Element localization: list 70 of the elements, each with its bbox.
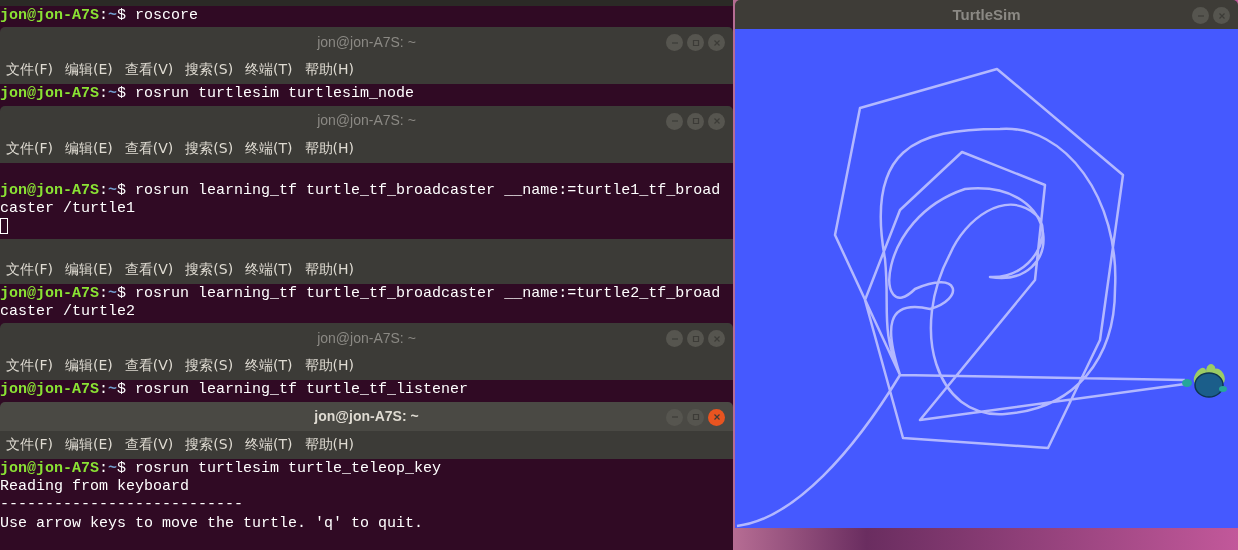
menu-item[interactable]: 搜索(S) (181, 357, 238, 376)
minimize-button[interactable] (666, 112, 683, 130)
terminal-line: jon@jon-A7S:~$ roscore (0, 7, 200, 26)
menu-item[interactable]: 文件(F) (2, 357, 57, 376)
turtle-icon (1182, 364, 1227, 398)
close-icon (712, 413, 721, 422)
menu-item[interactable]: 帮助(H) (300, 357, 359, 376)
window-title: jon@jon-A7S: ~ (317, 33, 416, 50)
maximize-icon (691, 117, 700, 126)
menu-item[interactable]: 搜索(S) (181, 435, 238, 454)
menu-item[interactable]: 查看(V) (120, 139, 178, 158)
terminal-line: Reading from keyboard (0, 477, 191, 497)
maximize-button[interactable] (687, 408, 704, 426)
terminal-line: Use arrow keys to move the turtle. 'q' to quit. (0, 514, 425, 533)
menu-item[interactable]: 文件(F) (2, 139, 57, 158)
menu-item[interactable]: 搜索(S) (181, 61, 238, 80)
menu-item[interactable]: 搜索(S) (181, 260, 238, 279)
terminal-line: jon@jon-A7S:~$ rosrun turtlesim turtle_teleop_key (0, 459, 443, 478)
terminal-line: jon@jon-A7S:~$ rosrun learning_tf turtle_tf_listener (0, 381, 470, 400)
menu-item[interactable]: 帮助(H) (300, 61, 359, 80)
menu-item[interactable]: 终端(T) (241, 357, 297, 376)
menu-item[interactable]: 帮助(H) (300, 260, 359, 279)
window-title: jon@jon-A7S: ~ (314, 408, 419, 425)
menu-item[interactable]: 终端(T) (241, 139, 297, 158)
terminal-line: jon@jon-A7S:~$ rosrun learning_tf turtle_tf_broadcaster __name:=turtle2_tf_broad (0, 284, 722, 304)
minimize-button[interactable] (666, 34, 683, 52)
terminal-line: caster /turtle2 (0, 303, 137, 322)
menu-item[interactable]: 文件(F) (2, 260, 57, 279)
terminal-line: caster /turtle1 (0, 200, 137, 219)
close-icon (712, 117, 721, 126)
window-title: jon@jon-A7S: ~ (317, 329, 416, 346)
close-button[interactable] (1213, 7, 1230, 24)
menu-item[interactable]: 编辑(E) (61, 357, 117, 376)
text-cursor (0, 218, 8, 235)
maximize-icon (691, 38, 700, 47)
menu-item[interactable]: 查看(V) (120, 435, 178, 454)
minimize-button[interactable] (1192, 7, 1209, 24)
menu-item[interactable]: 查看(V) (120, 61, 178, 80)
menu-item[interactable]: 编辑(E) (61, 260, 117, 279)
close-icon (1217, 11, 1226, 20)
menu-item[interactable]: 帮助(H) (300, 139, 359, 158)
menu-item[interactable]: 查看(V) (120, 260, 178, 279)
menu-item[interactable]: 文件(F) (2, 435, 57, 454)
close-button[interactable] (708, 330, 725, 348)
terminal-line: jon@jon-A7S:~$ rosrun learning_tf turtle_tf_broadcaster __name:=turtle1_tf_broad (0, 181, 722, 201)
maximize-button[interactable] (687, 34, 704, 52)
menu-item[interactable]: 终端(T) (241, 435, 297, 454)
menu-item[interactable]: 编辑(E) (61, 139, 117, 158)
window-title: TurtleSim (952, 6, 1021, 23)
menu-item[interactable]: 搜索(S) (181, 139, 238, 158)
close-button[interactable] (708, 112, 725, 130)
close-icon (712, 334, 721, 343)
close-icon (712, 38, 721, 47)
minimize-button[interactable] (666, 330, 683, 348)
menu-item[interactable]: 文件(F) (2, 61, 57, 80)
close-button[interactable] (708, 34, 725, 52)
menu-item[interactable]: 编辑(E) (61, 61, 117, 80)
menu-item[interactable]: 查看(V) (120, 357, 178, 376)
window-title: jon@jon-A7S: ~ (317, 112, 416, 129)
maximize-icon (691, 413, 700, 422)
menu-item[interactable]: 帮助(H) (300, 435, 359, 454)
maximize-icon (691, 334, 700, 343)
close-button[interactable] (708, 408, 725, 426)
terminal-line: jon@jon-A7S:~$ rosrun turtlesim turtlesim_node (0, 85, 416, 104)
maximize-button[interactable] (687, 330, 704, 348)
menu-item[interactable]: 终端(T) (241, 61, 297, 80)
menu-item[interactable]: 终端(T) (241, 260, 297, 279)
maximize-button[interactable] (687, 112, 704, 130)
terminal-line: --------------------------- (0, 496, 245, 515)
menu-item[interactable]: 编辑(E) (61, 435, 117, 454)
